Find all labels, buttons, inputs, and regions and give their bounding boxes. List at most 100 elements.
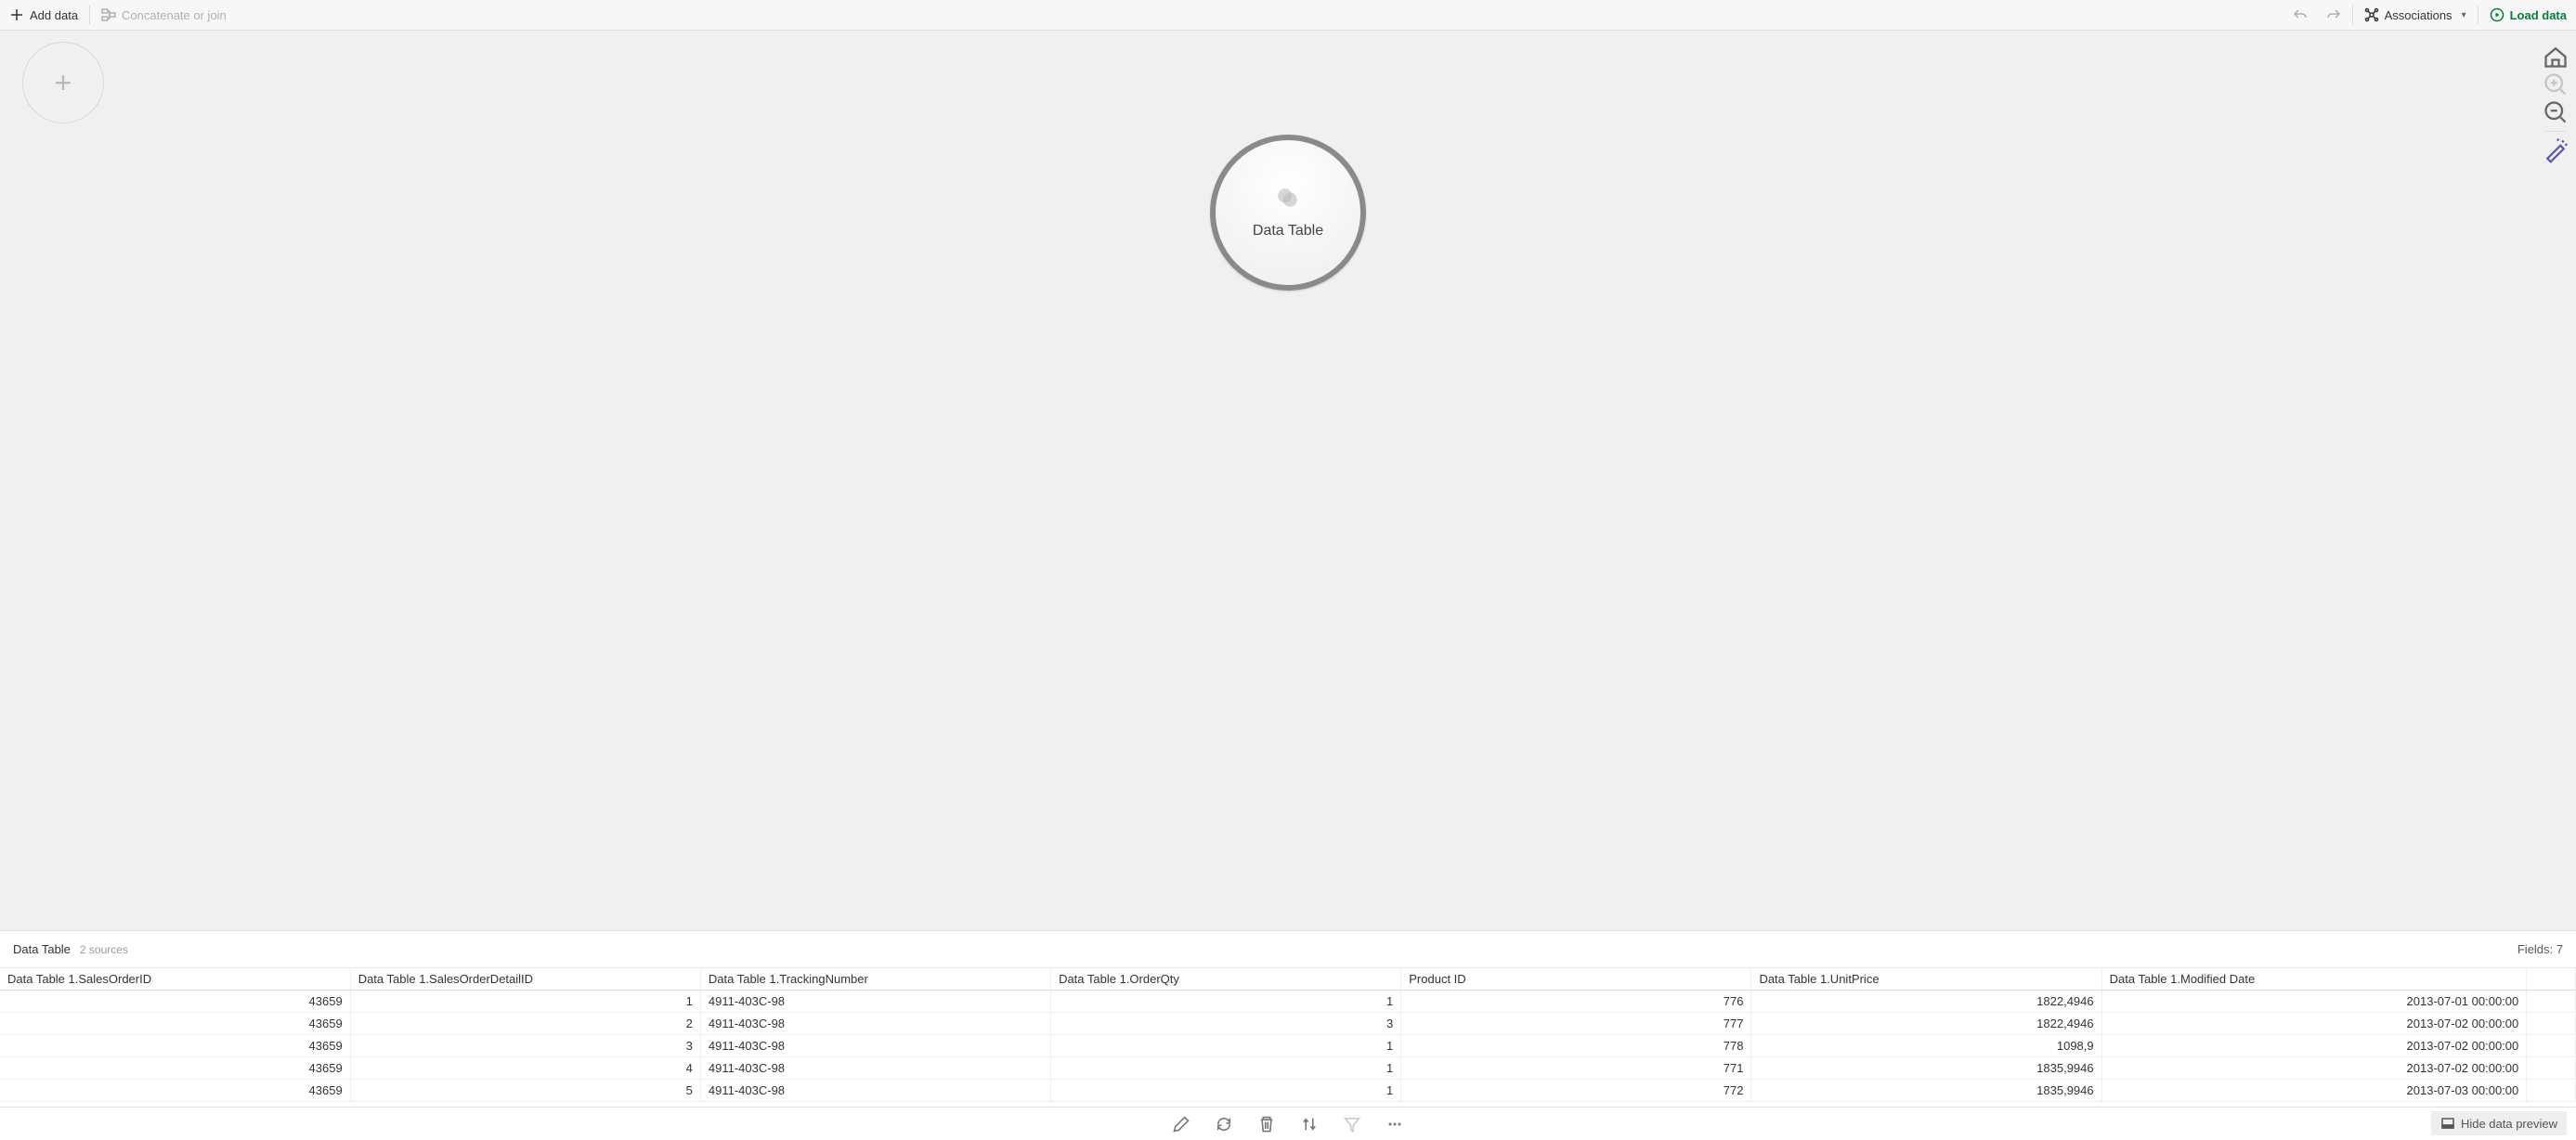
undo-icon xyxy=(2293,7,2308,22)
table-cell: 4911-403C-98 xyxy=(700,991,1050,1013)
table-cell: 2013-07-01 00:00:00 xyxy=(2101,991,2527,1013)
toolbar-separator xyxy=(89,6,90,24)
preview-sources: 2 sources xyxy=(80,943,128,956)
redo-icon xyxy=(2326,7,2341,22)
table-cell: 1822,4946 xyxy=(1751,1013,2101,1035)
column-header[interactable]: Data Table 1.OrderQty xyxy=(1051,968,1401,991)
plus-icon xyxy=(9,7,24,22)
table-cell-spacer xyxy=(2527,1035,2576,1057)
associations-label: Associations xyxy=(2385,8,2452,22)
chevron-down-icon: ▾ xyxy=(2462,10,2466,20)
add-data-button[interactable]: Add data xyxy=(0,0,87,31)
zoom-out-button[interactable] xyxy=(2543,99,2569,125)
redo-button xyxy=(2317,0,2350,31)
table-cell: 777 xyxy=(1401,1013,1751,1035)
magic-wand-button[interactable] xyxy=(2543,137,2569,163)
load-data-button[interactable]: Load data xyxy=(2480,0,2576,31)
table-cell: 1 xyxy=(1051,991,1401,1013)
table-cell: 2013-07-02 00:00:00 xyxy=(2101,1057,2527,1080)
table-cell: 43659 xyxy=(0,991,350,1013)
associations-icon xyxy=(2364,7,2379,22)
hide-data-preview-button[interactable]: Hide data preview xyxy=(2431,1111,2567,1135)
table-cell: 771 xyxy=(1401,1057,1751,1080)
zoom-in-button xyxy=(2543,71,2569,97)
table-cell: 2 xyxy=(350,1013,700,1035)
bottom-action-bar: Hide data preview xyxy=(0,1107,2576,1140)
table-cell: 4 xyxy=(350,1057,700,1080)
load-data-label: Load data xyxy=(2510,8,2567,22)
table-cell: 1 xyxy=(350,991,700,1013)
toolbar-separator xyxy=(2352,6,2353,24)
column-header[interactable]: Data Table 1.TrackingNumber xyxy=(700,968,1050,991)
data-model-canvas[interactable]: + Data Table xyxy=(0,31,2576,930)
play-icon xyxy=(2490,7,2504,22)
preview-header: Data Table 2 sources Fields: 7 xyxy=(0,930,2576,967)
bubble-label: Data Table xyxy=(1253,223,1323,240)
table-cell: 2013-07-02 00:00:00 xyxy=(2101,1035,2527,1057)
table-cell-spacer xyxy=(2527,991,2576,1013)
unpivot-button[interactable] xyxy=(1300,1115,1319,1134)
table-cell-spacer xyxy=(2527,1057,2576,1080)
delete-button[interactable] xyxy=(1257,1115,1276,1134)
table-cell: 4911-403C-98 xyxy=(700,1035,1050,1057)
table-row[interactable]: 4365934911-403C-9817781098,92013-07-02 0… xyxy=(0,1035,2576,1057)
table-cell: 1 xyxy=(1051,1057,1401,1080)
plus-icon: + xyxy=(55,68,72,97)
add-data-bubble[interactable]: + xyxy=(22,42,104,123)
add-data-label: Add data xyxy=(30,8,78,22)
table-cell: 5 xyxy=(350,1080,700,1102)
table-cell: 776 xyxy=(1401,991,1751,1013)
table-row[interactable]: 4365914911-403C-9817761822,49462013-07-0… xyxy=(0,991,2576,1013)
table-cell: 43659 xyxy=(0,1057,350,1080)
concat-join-label: Concatenate or join xyxy=(122,8,227,22)
table-cell-spacer xyxy=(2527,1080,2576,1102)
table-cell: 4911-403C-98 xyxy=(700,1057,1050,1080)
table-cell: 2013-07-02 00:00:00 xyxy=(2101,1013,2527,1035)
table-header-row: Data Table 1.SalesOrderIDData Table 1.Sa… xyxy=(0,968,2576,991)
table-row[interactable]: 4365954911-403C-9817721835,99462013-07-0… xyxy=(0,1080,2576,1102)
filter-button xyxy=(1343,1115,1361,1134)
canvas-side-tools xyxy=(2543,44,2569,163)
table-row[interactable]: 4365924911-403C-9837771822,49462013-07-0… xyxy=(0,1013,2576,1035)
data-table-bubble[interactable]: Data Table xyxy=(1210,135,1366,291)
table-cell: 43659 xyxy=(0,1080,350,1102)
edit-button[interactable] xyxy=(1172,1115,1190,1134)
column-header[interactable]: Data Table 1.UnitPrice xyxy=(1751,968,2101,991)
data-preview-table: Data Table 1.SalesOrderIDData Table 1.Sa… xyxy=(0,967,2576,1107)
table-cell: 3 xyxy=(1051,1013,1401,1035)
concat-icon xyxy=(101,7,116,22)
table-cell: 43659 xyxy=(0,1035,350,1057)
column-header[interactable]: Data Table 1.SalesOrderID xyxy=(0,968,350,991)
table-cell-spacer xyxy=(2527,1013,2576,1035)
panel-icon xyxy=(2440,1116,2455,1131)
table-cell: 2013-07-03 00:00:00 xyxy=(2101,1080,2527,1102)
table-cell: 3 xyxy=(350,1035,700,1057)
side-separator xyxy=(2546,131,2565,132)
undo-button xyxy=(2283,0,2317,31)
column-header-spacer xyxy=(2527,968,2576,991)
table-cell: 778 xyxy=(1401,1035,1751,1057)
table-row[interactable]: 4365944911-403C-9817711835,99462013-07-0… xyxy=(0,1057,2576,1080)
table-cell: 4911-403C-98 xyxy=(700,1080,1050,1102)
column-header[interactable]: Product ID xyxy=(1401,968,1751,991)
table-cell: 1098,9 xyxy=(1751,1035,2101,1057)
concat-join-button: Concatenate or join xyxy=(92,0,236,31)
preview-table-name: Data Table xyxy=(13,942,71,956)
table-cell: 1 xyxy=(1051,1035,1401,1057)
table-cell: 1835,9946 xyxy=(1751,1080,2101,1102)
table-cell: 1835,9946 xyxy=(1751,1057,2101,1080)
table-stack-icon xyxy=(1276,187,1300,214)
table-cell: 4911-403C-98 xyxy=(700,1013,1050,1035)
more-button[interactable] xyxy=(1386,1115,1404,1134)
column-header[interactable]: Data Table 1.SalesOrderDetailID xyxy=(350,968,700,991)
table-cell: 1 xyxy=(1051,1080,1401,1102)
table-cell: 1822,4946 xyxy=(1751,991,2101,1013)
home-view-button[interactable] xyxy=(2543,44,2569,70)
column-header[interactable]: Data Table 1.Modified Date xyxy=(2101,968,2527,991)
hide-preview-label: Hide data preview xyxy=(2461,1117,2557,1131)
top-toolbar: Add data Concatenate or join Association… xyxy=(0,0,2576,31)
table-cell: 772 xyxy=(1401,1080,1751,1102)
associations-button[interactable]: Associations ▾ xyxy=(2355,0,2476,31)
preview-fields-count: Fields: 7 xyxy=(2517,942,2563,956)
reload-button[interactable] xyxy=(1215,1115,1233,1134)
